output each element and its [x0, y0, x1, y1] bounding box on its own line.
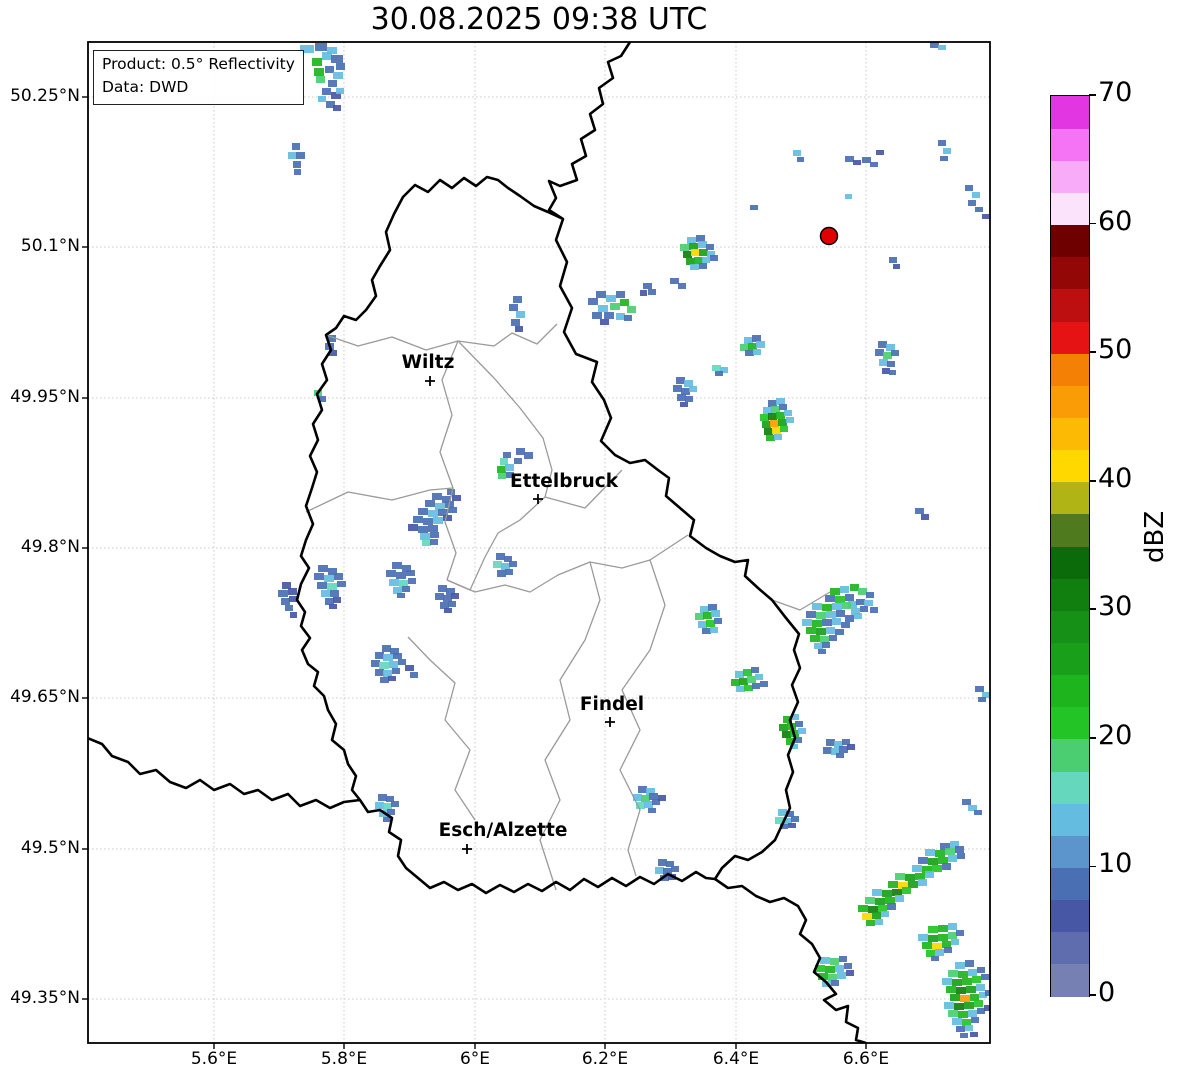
colorbar-tick-label: 50	[1098, 334, 1132, 365]
colorbar-segment	[1051, 610, 1089, 643]
colorbar-segment	[1051, 257, 1089, 290]
colorbar-segment	[1051, 900, 1089, 933]
colorbar-segment	[1051, 964, 1089, 997]
colorbar-segment	[1051, 128, 1089, 161]
colorbar-segment	[1051, 803, 1089, 836]
y-tick-label: 49.8°N	[0, 537, 80, 557]
colorbar-tick-label: 40	[1098, 463, 1132, 494]
colorbar-tick-label: 60	[1098, 206, 1132, 237]
colorbar-segment	[1051, 835, 1089, 868]
colorbar-segment	[1051, 932, 1089, 965]
city-label: Wiltz	[402, 352, 455, 373]
colorbar-tick-label: 30	[1098, 591, 1132, 622]
y-tick-label: 49.5°N	[0, 838, 80, 858]
colorbar-tick-mark	[1089, 994, 1096, 996]
radar-map: Wiltz Ettelbruck Findel Esch/Alzette	[0, 0, 1184, 1081]
y-tick-label: 50.25°N	[0, 86, 80, 106]
product-info-box: Product: 0.5° Reflectivity Data: DWD	[93, 50, 304, 105]
colorbar-segment	[1051, 353, 1089, 386]
colorbar-segment	[1051, 482, 1089, 515]
product-info-line1: Product: 0.5° Reflectivity	[102, 53, 295, 76]
colorbar-segment	[1051, 96, 1089, 129]
colorbar-segment	[1051, 707, 1089, 740]
colorbar-tick-mark	[1089, 223, 1096, 225]
city-label: Findel	[580, 694, 644, 715]
colorbar-tick-mark	[1089, 608, 1096, 610]
x-tick-label: 6°E	[430, 1049, 520, 1069]
colorbar-segment	[1051, 321, 1089, 354]
x-tick-label: 5.6°E	[169, 1049, 259, 1069]
colorbar-segment	[1051, 771, 1089, 804]
x-tick-label: 6.6°E	[821, 1049, 911, 1069]
colorbar-tick-mark	[1089, 737, 1096, 739]
x-tick-label: 6.4°E	[691, 1049, 781, 1069]
map-background	[88, 42, 990, 1043]
city-label: Ettelbruck	[510, 471, 619, 492]
y-tick-label: 49.35°N	[0, 988, 80, 1008]
x-tick-label: 6.2°E	[560, 1049, 650, 1069]
y-tick-label: 50.1°N	[0, 236, 80, 256]
colorbar-tick-mark	[1089, 480, 1096, 482]
colorbar-segment	[1051, 578, 1089, 611]
colorbar-segment	[1051, 675, 1089, 708]
colorbar-segment	[1051, 385, 1089, 418]
colorbar-unit-label: dBZ	[1140, 503, 1170, 563]
colorbar-tick-label: 10	[1098, 848, 1132, 879]
colorbar-tick-mark	[1089, 351, 1096, 353]
colorbar-tick-label: 20	[1098, 720, 1132, 751]
colorbar	[1050, 95, 1090, 997]
colorbar-segment	[1051, 450, 1089, 483]
colorbar-segment	[1051, 160, 1089, 193]
colorbar-segment	[1051, 192, 1089, 225]
colorbar-tick-label: 70	[1098, 77, 1132, 108]
colorbar-segment	[1051, 642, 1089, 675]
radar-site-marker	[821, 228, 838, 245]
radar-figure: 30.08.2025 09:38 UTC WiltzEttelbruck	[0, 0, 1184, 1081]
x-tick-label: 5.8°E	[299, 1049, 389, 1069]
product-info-line2: Data: DWD	[102, 76, 295, 99]
colorbar-segment	[1051, 867, 1089, 900]
colorbar-segment	[1051, 739, 1089, 772]
colorbar-segment	[1051, 417, 1089, 450]
colorbar-tick-label: 0	[1098, 977, 1115, 1008]
y-tick-label: 49.65°N	[0, 687, 80, 707]
colorbar-segment	[1051, 225, 1089, 258]
colorbar-segment	[1051, 514, 1089, 547]
colorbar-tick-mark	[1089, 866, 1096, 868]
colorbar-segment	[1051, 289, 1089, 322]
colorbar-tick-mark	[1089, 94, 1096, 96]
city-label: Esch/Alzette	[439, 820, 568, 841]
colorbar-segment	[1051, 546, 1089, 579]
y-tick-label: 49.95°N	[0, 387, 80, 407]
